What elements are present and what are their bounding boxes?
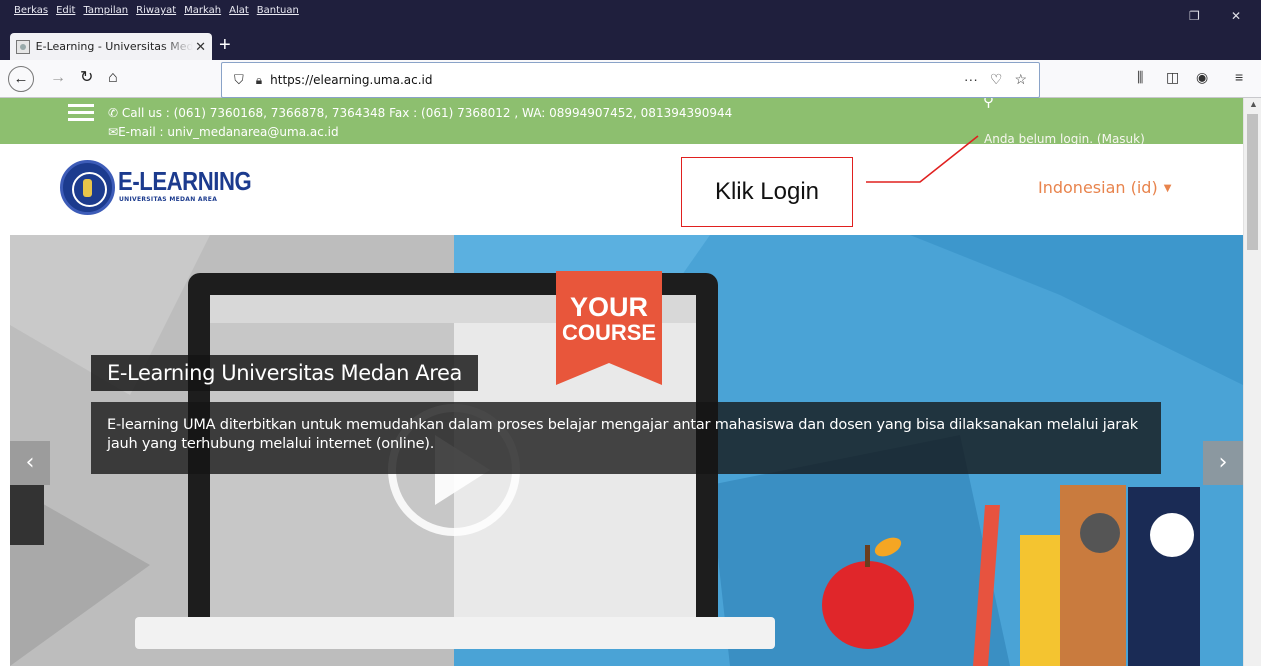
- callout-box: Klik Login: [681, 157, 853, 227]
- restore-window-icon[interactable]: ❐: [1189, 9, 1200, 23]
- forward-icon[interactable]: →: [50, 67, 66, 89]
- menu-berkas[interactable]: Berkas: [14, 5, 48, 16]
- url-bar[interactable]: ⛉ 🔒︎ https://elearning.uma.ac.id ··· ♡ ☆: [221, 62, 1040, 98]
- menu-edit[interactable]: Edit: [56, 5, 75, 16]
- menu-bar: Berkas Edit Tampilan Riwayat Markah Alat…: [0, 0, 1261, 30]
- callout-pointer-line: [866, 135, 979, 183]
- hero-slider: YOUR COURSE E-Learning Universitas Medan…: [10, 235, 1243, 666]
- hero-description: E-learning UMA diterbitkan untuk memudah…: [91, 402, 1161, 474]
- tab-close-icon[interactable]: ✕: [195, 39, 206, 55]
- scroll-up-icon[interactable]: ▲: [1249, 99, 1258, 109]
- slider-next-button[interactable]: ›: [1203, 441, 1243, 485]
- hero-title: E-Learning Universitas Medan Area: [91, 355, 479, 391]
- close-window-icon[interactable]: ✕: [1231, 9, 1241, 23]
- sidebar-icon[interactable]: ◫: [1166, 69, 1179, 86]
- account-icon[interactable]: ◉: [1196, 69, 1208, 86]
- menu-items: Berkas Edit Tampilan Riwayat Markah Alat…: [14, 5, 299, 16]
- lock-icon[interactable]: 🔒︎: [256, 73, 262, 88]
- new-tab-button[interactable]: +: [219, 33, 231, 57]
- library-icon[interactable]: ⫼: [1137, 69, 1143, 86]
- home-icon[interactable]: ⌂: [108, 67, 118, 89]
- more-icon[interactable]: ···: [964, 71, 978, 88]
- slider-prev-button[interactable]: ‹: [10, 441, 50, 485]
- tab-title: E-Learning - Universitas Medan Area: [35, 40, 194, 53]
- page-scrollbar[interactable]: ▲: [1243, 98, 1261, 666]
- hamburger-menu-icon[interactable]: ≡: [1235, 69, 1243, 85]
- pocket-icon[interactable]: ♡: [990, 71, 1003, 88]
- shield-icon[interactable]: ⛉: [234, 72, 244, 88]
- navigation-toolbar: ← → ↻ ⌂ ⛉ 🔒︎ https://elearning.uma.ac.id…: [0, 60, 1261, 98]
- back-icon[interactable]: ←: [8, 66, 34, 92]
- tab-strip: E-Learning - Universitas Medan Area ✕ +: [0, 30, 1261, 60]
- menu-riwayat[interactable]: Riwayat: [136, 5, 176, 16]
- tab-elearning[interactable]: E-Learning - Universitas Medan Area ✕: [10, 33, 212, 60]
- menu-alat[interactable]: Alat: [229, 5, 249, 16]
- bookmark-star-icon[interactable]: ☆: [1014, 71, 1027, 88]
- menu-tampilan[interactable]: Tampilan: [83, 5, 128, 16]
- menu-bantuan[interactable]: Bantuan: [257, 5, 299, 16]
- reload-icon[interactable]: ↻: [80, 67, 93, 89]
- favicon-icon: [16, 39, 30, 54]
- url-text[interactable]: https://elearning.uma.ac.id: [270, 73, 432, 87]
- callout-text: Klik Login: [714, 178, 820, 205]
- menu-markah[interactable]: Markah: [184, 5, 221, 16]
- scroll-thumb[interactable]: [1247, 114, 1258, 250]
- web-page: ✆ Call us : (061) 7360168, 7366878, 7364…: [0, 98, 1243, 666]
- your-course-badge: YOUR COURSE: [561, 292, 657, 345]
